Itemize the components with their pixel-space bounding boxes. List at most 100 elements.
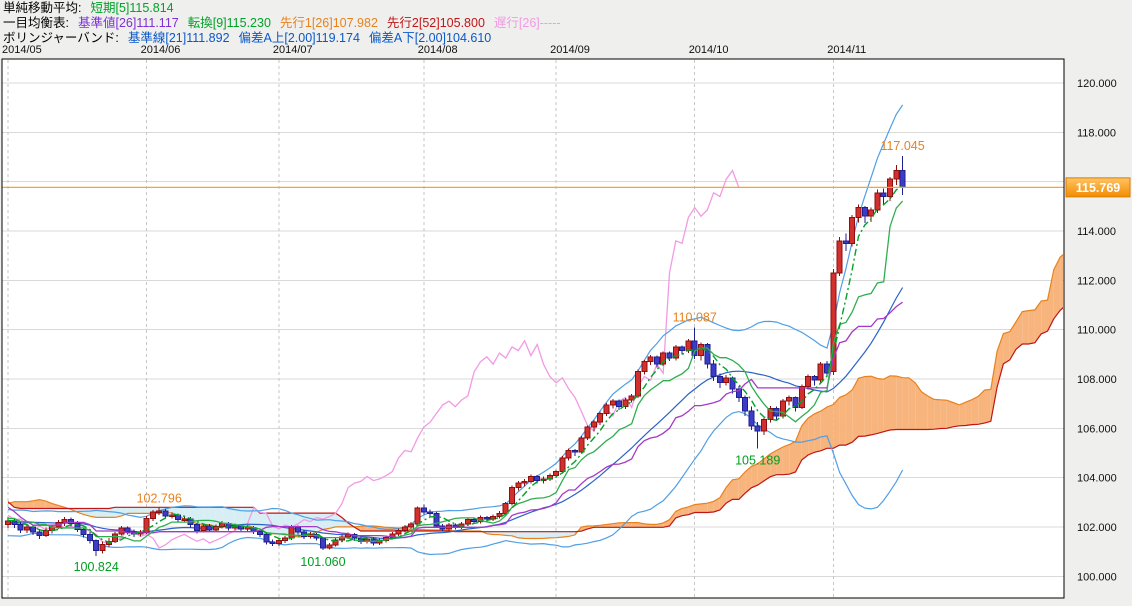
- cloud-segment: [203, 507, 209, 524]
- candle-body: [163, 511, 168, 516]
- bollinger-upper-value: 偏差A上[2.00]119.174: [239, 31, 360, 45]
- candle-body: [642, 362, 647, 372]
- cloud-segment: [865, 376, 871, 436]
- price-tick-label: 108.000: [1077, 374, 1117, 386]
- cloud-segment: [537, 532, 543, 539]
- cloud-segment: [859, 377, 865, 437]
- price-tick-label: 120.000: [1077, 78, 1117, 90]
- candle-body: [585, 427, 590, 438]
- bollinger-basis-value: 基準線[21]111.892: [128, 31, 230, 45]
- candle-body: [327, 545, 332, 548]
- price-annotation: 117.045: [880, 139, 924, 153]
- candle-body: [503, 504, 508, 514]
- bollinger-label: ボリンジャーバンド:: [3, 31, 119, 45]
- candle-body: [617, 401, 622, 406]
- indicator-legend: 単純移動平均:短期[5]115.814 一目均衡表:基準値[26]111.117…: [3, 1, 570, 46]
- candle-body: [843, 241, 848, 243]
- candle-body: [749, 411, 754, 426]
- price-chart-canvas[interactable]: 102.796100.824101.060110.087105.189117.0…: [0, 0, 1132, 606]
- candle-body: [18, 525, 23, 530]
- cloud-segment: [279, 513, 285, 534]
- bollinger-lower-value: 偏差A下[2.00]104.610: [369, 31, 491, 45]
- candle-body: [12, 521, 17, 525]
- candle-body: [428, 512, 433, 513]
- price-tick-label: 104.000: [1077, 473, 1117, 485]
- candle-body: [648, 357, 653, 362]
- cloud-segment: [733, 479, 739, 500]
- candle-body: [81, 529, 86, 534]
- candle-body: [182, 519, 187, 520]
- candle-body: [837, 241, 842, 273]
- cloud-segment: [632, 523, 638, 528]
- candle-body: [591, 422, 596, 427]
- candle-body: [100, 544, 105, 550]
- candle-body: [37, 532, 42, 535]
- candle-body: [31, 527, 36, 532]
- candle-body: [717, 377, 722, 383]
- candle-body: [787, 398, 792, 402]
- cloud-segment: [903, 378, 909, 430]
- candle-body: [150, 512, 155, 518]
- candle-body: [157, 511, 162, 512]
- cloud-segment: [833, 397, 839, 448]
- candle-body: [667, 353, 672, 358]
- candle-body: [610, 401, 615, 405]
- candle-body: [686, 341, 691, 351]
- cloud-segment: [840, 395, 846, 445]
- price-tick-label: 118.000: [1077, 127, 1116, 139]
- cloud-segment: [241, 507, 247, 525]
- cloud-segment: [21, 502, 27, 509]
- candle-body: [516, 483, 521, 487]
- candle-body: [522, 481, 527, 483]
- candle-body: [421, 508, 426, 512]
- candle-body: [24, 527, 29, 530]
- month-label: 2014/11: [827, 44, 866, 56]
- candle-body: [402, 527, 407, 530]
- candle-body: [850, 217, 855, 243]
- candle-body: [724, 378, 729, 383]
- cloud-segment: [531, 532, 537, 539]
- price-tick-label: 114.000: [1077, 226, 1116, 238]
- ichimoku-tenkan-value: 転換[9]115.230: [188, 16, 271, 30]
- chart-window: 単純移動平均:短期[5]115.814 一目均衡表:基準値[26]111.117…: [0, 0, 1132, 606]
- cloud-segment: [940, 400, 946, 429]
- candle-body: [862, 208, 867, 217]
- ichimoku-kijun-value: 基準値[26]111.117: [78, 16, 179, 30]
- cloud-segment: [701, 503, 707, 512]
- cloud-segment: [550, 532, 556, 538]
- candle-body: [465, 520, 470, 524]
- cloud-segment: [814, 411, 820, 452]
- price-annotation: 105.189: [735, 453, 780, 467]
- candle-body: [856, 208, 861, 218]
- price-tick-label: 112.000: [1077, 275, 1116, 287]
- candle-body: [818, 364, 823, 380]
- ichimoku-label: 一目均衡表:: [3, 16, 69, 30]
- price-tick-label: 106.000: [1077, 423, 1117, 435]
- candle-body: [755, 426, 760, 431]
- cloud-segment: [1003, 332, 1009, 364]
- cloud-segment: [789, 441, 795, 474]
- cloud-segment: [821, 407, 827, 451]
- candle-body: [87, 534, 92, 540]
- ichimoku-senkou1-value: 先行1[26]107.982: [280, 16, 378, 30]
- cloud-segment: [985, 389, 991, 423]
- candle-body: [692, 341, 697, 356]
- ichimoku-chikou-value: 遅行[26]-----: [494, 16, 561, 30]
- cloud-segment: [934, 399, 940, 429]
- cloud-segment: [966, 400, 972, 426]
- candle-body: [289, 527, 294, 538]
- cloud-segment: [783, 445, 789, 475]
- cloud-segment: [846, 390, 852, 445]
- candle-body: [554, 472, 559, 476]
- candle-body: [881, 193, 886, 197]
- candle-body: [566, 451, 571, 458]
- cloud-segment: [518, 532, 524, 539]
- cloud-segment: [972, 396, 978, 424]
- current-price-badge: 115.769: [1066, 178, 1130, 197]
- cloud-segment: [1029, 310, 1035, 344]
- cloud-segment: [884, 376, 890, 432]
- candle-body: [900, 171, 905, 188]
- candle-body: [598, 414, 603, 423]
- price-tick-label: 110.000: [1077, 325, 1116, 337]
- month-label: 2014/10: [689, 44, 729, 56]
